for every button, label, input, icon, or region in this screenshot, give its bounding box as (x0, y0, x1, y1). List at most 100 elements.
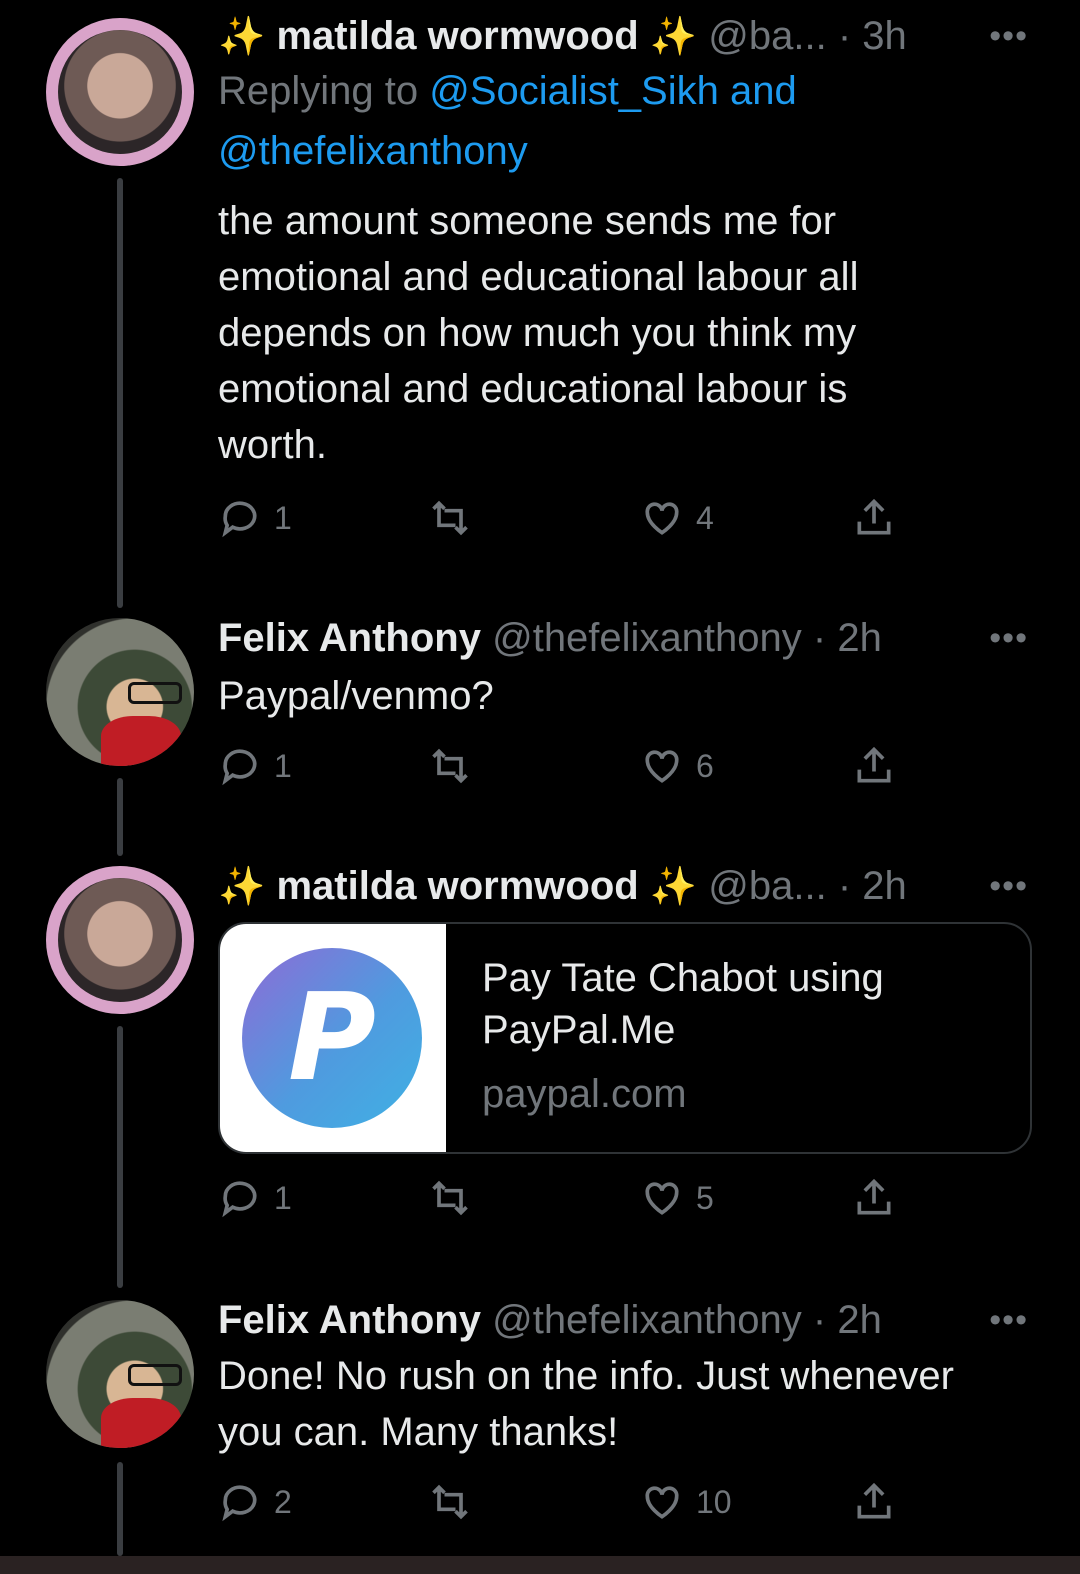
card-thumbnail: P (220, 924, 446, 1152)
tweet-text: Paypal/venmo? (218, 674, 494, 718)
tweet-text-line: Done! No rush on the info. Just whenever (218, 1354, 954, 1398)
like-count: 5 (696, 1179, 714, 1216)
like-icon (645, 1486, 679, 1519)
like-button[interactable]: 6 (640, 744, 714, 788)
tweet-text-line: depends on how much you think my (218, 311, 857, 355)
mention-link[interactable]: @Socialist_Sikh and (429, 69, 796, 113)
timestamp[interactable]: · 2h (813, 616, 882, 660)
tweet[interactable]: ✨ matilda wormwood ✨ @ba... · 3h ••• Rep… (218, 12, 1028, 538)
reply-button[interactable]: 1 (218, 744, 292, 788)
tweet-text-line: the amount someone sends me for (218, 199, 837, 243)
tweet-actions: 1 6 (218, 744, 918, 794)
avatar[interactable] (46, 1300, 194, 1448)
tweet-text: the amount someone sends me for emotiona… (218, 193, 1028, 473)
tweet-text-line: emotional and educational labour all (218, 255, 859, 299)
retweet-icon (432, 748, 468, 784)
avatar[interactable] (46, 866, 194, 1014)
tweet-text-line: emotional and educational labour is (218, 367, 848, 411)
thread-line (117, 1462, 123, 1556)
reply-count: 2 (274, 1483, 292, 1520)
reply-icon (222, 749, 257, 786)
tweet-actions: 1 4 (218, 496, 918, 546)
user-handle[interactable]: @thefelixanthony (492, 616, 802, 660)
retweet-button[interactable] (428, 496, 472, 540)
user-handle[interactable]: @thefelixanthony (492, 1298, 802, 1342)
share-button[interactable] (852, 1176, 896, 1220)
user-handle[interactable]: @ba... (708, 14, 826, 58)
reply-count: 1 (274, 1179, 292, 1216)
sparkle-icon: ✨ (649, 16, 698, 58)
retweet-icon (432, 1180, 468, 1216)
share-icon (857, 1482, 891, 1519)
tweet[interactable]: Felix Anthony @thefelixanthony · 2h ••• … (218, 1296, 1028, 1522)
reply-button[interactable]: 1 (218, 496, 292, 540)
thread-line (117, 178, 123, 608)
tweet-text: Done! No rush on the info. Just whenever… (218, 1348, 1028, 1460)
retweet-button[interactable] (428, 1480, 472, 1524)
share-button[interactable] (852, 496, 896, 540)
tweet-header: ✨ matilda wormwood ✨ @ba... · 2h ••• (218, 862, 1028, 911)
tweet[interactable]: Felix Anthony @thefelixanthony · 2h ••• … (218, 614, 1028, 786)
replying-to: Replying to @Socialist_Sikh and @thefeli… (218, 61, 1028, 181)
reply-button[interactable]: 2 (218, 1480, 292, 1524)
tweet-header: Felix Anthony @thefelixanthony · 2h ••• (218, 1296, 1028, 1344)
reply-count: 1 (274, 499, 292, 536)
avatar[interactable] (46, 18, 194, 166)
timestamp[interactable]: · 2h (838, 864, 907, 908)
paypal-logo-letter: P (288, 968, 376, 1108)
display-name[interactable]: matilda wormwood (276, 864, 638, 908)
tweet-header: Felix Anthony @thefelixanthony · 2h ••• (218, 614, 1028, 662)
tweet-header: ✨ matilda wormwood ✨ @ba... · 3h ••• (218, 12, 1028, 61)
thread-line (117, 1026, 123, 1288)
retweet-icon (432, 500, 468, 536)
tweet-text-line: you can. Many thanks! (218, 1410, 619, 1454)
timestamp[interactable]: · 2h (813, 1298, 882, 1342)
tweet-text-line: worth. (218, 423, 327, 467)
share-button[interactable] (852, 744, 896, 788)
timestamp[interactable]: · 3h (838, 14, 907, 58)
mention-link[interactable]: @thefelixanthony (218, 129, 528, 173)
user-handle[interactable]: @ba... (708, 864, 826, 908)
card-title: PayPal.Me (482, 1008, 676, 1052)
card-title: Pay Tate Chabot using (482, 956, 884, 1000)
like-count: 10 (696, 1483, 732, 1520)
sparkle-icon: ✨ (649, 866, 698, 908)
replying-prefix: Replying to (218, 69, 419, 113)
like-count: 4 (696, 499, 714, 536)
share-icon (857, 746, 891, 783)
like-icon (645, 502, 679, 535)
share-button[interactable] (852, 1480, 896, 1524)
paypal-logo-icon: P (242, 948, 422, 1128)
more-options-icon[interactable]: ••• (989, 614, 1028, 662)
share-icon (857, 1178, 891, 1215)
like-icon (645, 750, 679, 783)
retweet-button[interactable] (428, 1176, 472, 1220)
more-options-icon[interactable]: ••• (989, 12, 1028, 60)
share-icon (857, 498, 891, 535)
sparkle-icon: ✨ (218, 16, 266, 58)
more-options-icon[interactable]: ••• (989, 862, 1028, 910)
display-name[interactable]: matilda wormwood (276, 14, 638, 58)
like-button[interactable]: 5 (640, 1176, 714, 1220)
more-options-icon[interactable]: ••• (989, 1296, 1028, 1344)
display-name[interactable]: Felix Anthony (218, 1298, 481, 1342)
tweet-actions: 1 5 (218, 1176, 918, 1226)
retweet-button[interactable] (428, 744, 472, 788)
retweet-icon (432, 1484, 468, 1520)
like-count: 6 (696, 747, 714, 784)
tweet[interactable]: ✨ matilda wormwood ✨ @ba... · 2h ••• (218, 862, 1028, 911)
reply-count: 1 (274, 747, 292, 784)
like-button[interactable]: 4 (640, 496, 714, 540)
avatar[interactable] (46, 618, 194, 766)
card-domain: paypal.com (482, 1072, 687, 1116)
reply-icon (222, 501, 257, 538)
reply-icon (222, 1485, 257, 1522)
link-card[interactable]: P Pay Tate Chabot using PayPal.Me paypal… (218, 922, 1032, 1154)
tweet-actions: 2 10 (218, 1480, 918, 1530)
display-name[interactable]: Felix Anthony (218, 616, 481, 660)
bottom-edge (0, 1556, 1080, 1574)
reply-button[interactable]: 1 (218, 1176, 292, 1220)
card-text: Pay Tate Chabot using PayPal.Me paypal.c… (482, 952, 1002, 1120)
like-button[interactable]: 10 (640, 1480, 732, 1524)
reply-icon (222, 1181, 257, 1218)
